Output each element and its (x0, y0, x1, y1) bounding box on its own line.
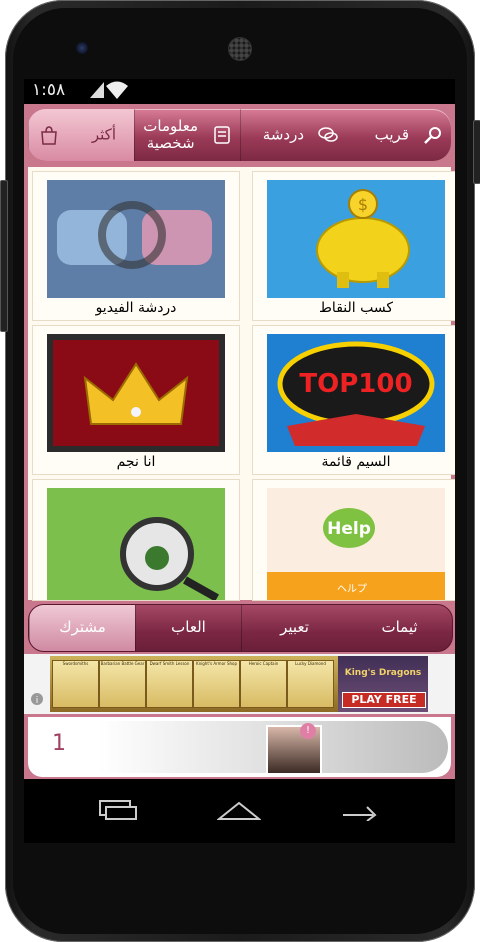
nav-item-label: أكثر (91, 125, 116, 144)
tile-label: دردشة الفيديو (95, 300, 177, 316)
svg-text:i: i (36, 696, 39, 706)
nav-item-profile[interactable]: معلومات شخصية (134, 109, 240, 161)
ad-card-title: Knight's Armor Shop (196, 661, 237, 666)
help-subtext: ヘルプ (337, 583, 367, 595)
ad-card-title: Swordsmiths (62, 661, 89, 666)
bottom-tabs: ثيمات تعبير العاب مشترك (28, 604, 453, 652)
shopping-bag-icon (41, 126, 57, 145)
tile-paw-search[interactable] (32, 479, 240, 601)
back-icon[interactable] (337, 799, 381, 821)
crown-icon (47, 334, 225, 452)
system-nav-bar (24, 779, 455, 843)
tab-shared[interactable]: مشترك (29, 605, 135, 651)
power-button (473, 120, 480, 184)
ad-card-strip: Swordsmiths Barbarian Battle Gear Dwarf … (50, 656, 338, 712)
ad-banner[interactable]: i Swordsmiths Barbarian Battle Gear Dwar… (24, 654, 455, 714)
ad-card-title: Heroic Captain (248, 661, 279, 666)
promo-banner[interactable]: 1 ! (28, 717, 451, 777)
help-speech-bubble-icon: Help ヘルプ (267, 488, 445, 600)
help-image-text: Help (327, 519, 371, 539)
status-time: ١:٥٨ (32, 80, 66, 100)
promo-badge: ! (300, 723, 316, 739)
tile-label: كسب النقاط (318, 300, 394, 316)
app-area: قريب دردشة معلومات شخصية أكثر $ كسب النق… (24, 104, 455, 779)
ad-brand: King's Dragons PLAY FREE (338, 656, 428, 712)
search-icon (424, 127, 441, 144)
nav-item-label: قريب (374, 125, 409, 144)
ad-brand-title: King's Dragons (344, 668, 422, 678)
tile-top-list[interactable]: TOP100 السيم قائمة (252, 325, 455, 475)
tab-games[interactable]: العاب (135, 605, 241, 651)
feature-grid: $ كسب النقاط دردشة الفيديو TOP100 السيم … (28, 167, 455, 601)
volume-button (0, 180, 8, 332)
tile-label: السيم قائمة (321, 454, 391, 470)
tile-i-am-star[interactable]: انا نجم (32, 325, 240, 475)
piggy-bank-coin-icon: $ (267, 180, 445, 298)
nav-item-label: دردشة (262, 125, 304, 144)
nav-item-label: معلومات شخصية (143, 117, 198, 152)
ad-card-title: Lucky Diamond (295, 661, 326, 666)
wifi-icon (106, 81, 128, 99)
ad-card-title: Barbarian Battle Gear (100, 661, 145, 666)
chat-bubbles-icon (318, 127, 338, 142)
video-chat-people-icon (47, 180, 225, 298)
front-camera (76, 42, 88, 54)
tile-earn-points[interactable]: $ كسب النقاط (252, 171, 455, 321)
tile-label: انا نجم (116, 454, 156, 470)
ad-card: Heroic Captain (240, 660, 287, 708)
ad-card: Dwarf Smith Lesson (146, 660, 193, 708)
top100-stars-icon: TOP100 (267, 334, 445, 452)
tile-help[interactable]: Help ヘルプ (252, 479, 455, 601)
tab-expression[interactable]: تعبير (241, 605, 347, 651)
earpiece-speaker (228, 37, 252, 61)
top-nav: قريب دردشة معلومات شخصية أكثر (28, 109, 451, 161)
screen: ١:٥٨ قريب دردشة معلومات شخصية أكثر $ كسب… (24, 79, 455, 843)
tile-video-chat[interactable]: دردشة الفيديو (32, 171, 240, 321)
nav-item-more[interactable]: أكثر (28, 109, 134, 161)
ad-play-button[interactable]: PLAY FREE (342, 692, 426, 708)
ad-card: Swordsmiths (52, 660, 99, 708)
info-icon: i (31, 693, 43, 706)
status-bar: ١:٥٨ (24, 79, 455, 104)
nav-item-chat[interactable]: دردشة (240, 109, 346, 161)
promo-number: 1 (52, 731, 66, 756)
signal-icon (90, 82, 104, 98)
nav-item-nearby[interactable]: قريب (346, 109, 451, 161)
ad-card: Lucky Diamond (287, 660, 334, 708)
tab-themes[interactable]: ثيمات (347, 605, 452, 651)
recent-apps-icon[interactable] (96, 799, 140, 821)
top100-image-text: TOP100 (299, 369, 412, 399)
ad-card: Knight's Armor Shop (193, 660, 240, 708)
ad-card-title: Dwarf Smith Lesson (149, 661, 190, 666)
home-icon[interactable] (217, 799, 261, 821)
paw-magnifier-icon (47, 488, 225, 600)
svg-text:$: $ (358, 195, 368, 214)
ad-card: Barbarian Battle Gear (99, 660, 146, 708)
profile-card-icon (214, 126, 230, 144)
